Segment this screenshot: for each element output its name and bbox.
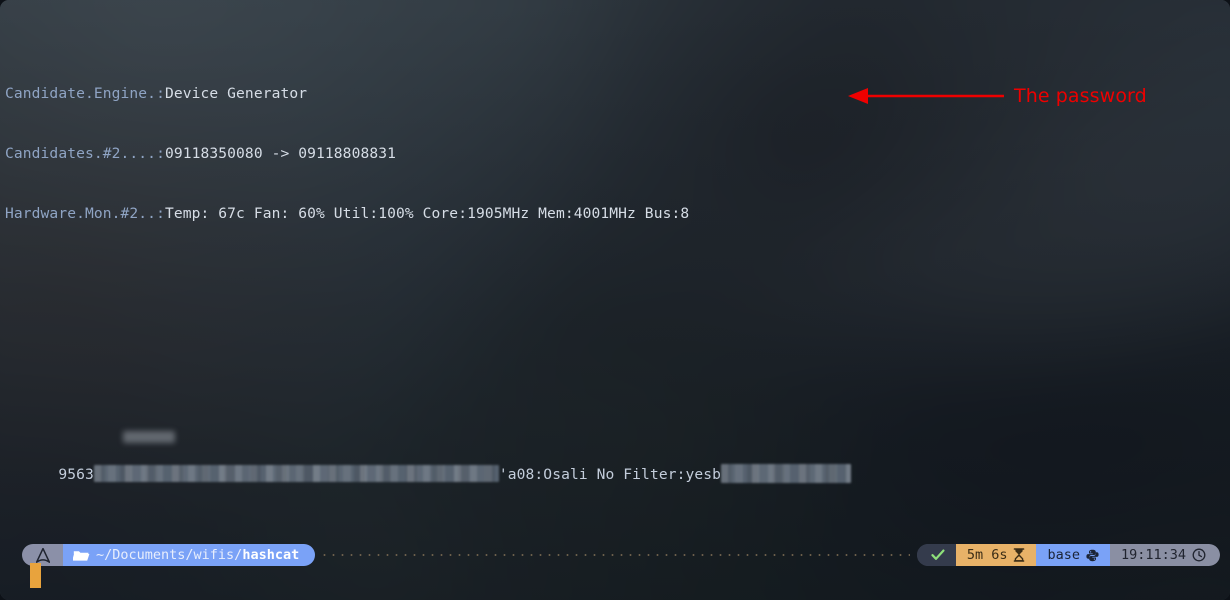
line-value: Temp: 67c Fan: 60% Util:100% Core:1905MH… <box>164 205 690 222</box>
password-annotation: The password <box>846 84 1147 108</box>
clock-icon <box>1192 548 1206 562</box>
conda-env-segment: base <box>1036 544 1110 566</box>
elapsed-time-segment: 5m 6s <box>955 544 1037 566</box>
cracked-hash-line: 9563 'a08:Osali No Filter:yesb <box>5 431 1230 483</box>
prompt-right-status-group: 5m 6s base 19:11:34 <box>916 544 1220 566</box>
check-icon <box>931 549 945 561</box>
annotation-label: The password <box>1014 85 1147 107</box>
prompt-filler-dots <box>320 554 910 556</box>
redaction-block-overhang <box>123 431 175 443</box>
clock-segment: 19:11:34 <box>1109 544 1220 566</box>
annotation-arrow-icon <box>846 87 1006 105</box>
line-label: Hardware.Mon.#2..: <box>5 205 165 222</box>
conda-env-name: base <box>1047 547 1080 563</box>
clock-time-text: 19:11:34 <box>1120 547 1186 563</box>
redacted-password-block <box>721 464 852 483</box>
path-prefix: ~/Documents/wifis/ <box>96 547 243 563</box>
terminal-window[interactable]: Candidate.Engine.:Device Generator Candi… <box>0 0 1230 600</box>
line-label: Candidate.Engine.: <box>5 85 165 102</box>
python-icon <box>1086 549 1099 562</box>
arch-logo-icon <box>36 547 50 563</box>
line-value: 09118350080 -> 09118808831 <box>164 145 396 162</box>
path-text: ~/Documents/wifis/hashcat <box>96 547 299 563</box>
line-value: Device Generator <box>164 85 308 102</box>
hash-prefix: 9563 <box>58 466 94 483</box>
folder-icon <box>73 549 90 562</box>
distro-segment <box>22 544 63 566</box>
text-cursor <box>30 563 41 588</box>
path-current-dir: hashcat <box>242 547 300 563</box>
elapsed-time-text: 5m 6s <box>966 547 1008 563</box>
output-line: Candidates.#2....:09118350080 -> 0911880… <box>5 144 1230 164</box>
working-directory-segment[interactable]: ~/Documents/wifis/hashcat <box>63 544 316 566</box>
line-label: Candidates.#2....: <box>5 145 165 162</box>
shell-prompt-bar[interactable]: ~/Documents/wifis/hashcat 5m 6s base 19:… <box>0 543 1230 567</box>
redacted-hash-block <box>93 465 499 482</box>
essid-and-filter-text: 'a08:Osali No Filter:yesb <box>498 466 722 483</box>
hourglass-icon <box>1013 548 1025 562</box>
output-line: Hardware.Mon.#2..:Temp: 67c Fan: 60% Uti… <box>5 204 1230 224</box>
exit-status-segment <box>916 544 956 566</box>
